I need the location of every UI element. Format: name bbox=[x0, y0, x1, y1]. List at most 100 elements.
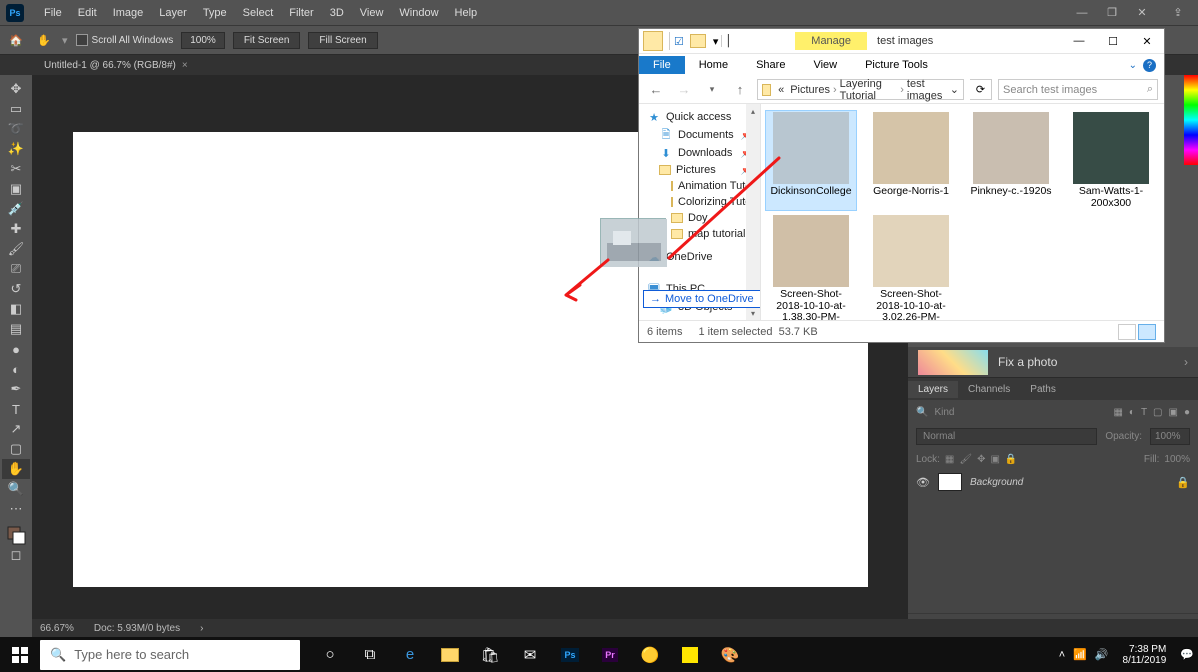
address-dropdown-icon[interactable]: ⌄ bbox=[950, 83, 959, 96]
up-button[interactable]: ↑ bbox=[729, 79, 751, 101]
menu-type[interactable]: Type bbox=[195, 7, 235, 19]
file-item[interactable]: Screen-Shot-2018-10-10-at-1.38.30-PM-300… bbox=[765, 213, 857, 320]
status-doc[interactable]: Doc: 5.93M/0 bytes bbox=[94, 623, 180, 634]
nav-colorizing[interactable]: Colorizing Tutorial bbox=[639, 194, 760, 210]
history-brush-icon[interactable]: ↺ bbox=[2, 279, 30, 299]
notifications-icon[interactable]: 💬 bbox=[1180, 648, 1194, 661]
move-tool-icon[interactable]: ✥ bbox=[2, 79, 30, 99]
filter-smart-icon[interactable]: ▣ bbox=[1169, 407, 1178, 418]
file-item[interactable]: Pinkney-c.-1920s bbox=[965, 110, 1057, 211]
blur-tool-icon[interactable]: ● bbox=[2, 339, 30, 359]
qat-properties-icon[interactable]: ☑ bbox=[672, 35, 686, 48]
tab-channels[interactable]: Channels bbox=[958, 381, 1020, 398]
eyedropper-tool-icon[interactable]: 💉 bbox=[2, 199, 30, 219]
filter-toggle-icon[interactable]: ● bbox=[1184, 407, 1190, 418]
nav-animation[interactable]: Animation Tutorial bbox=[639, 178, 760, 194]
crumb-testimages[interactable]: test images bbox=[904, 78, 950, 102]
close-icon[interactable]: ✕ bbox=[1130, 30, 1164, 52]
opacity-field[interactable]: 100% bbox=[1150, 428, 1190, 445]
heal-tool-icon[interactable]: ✚ bbox=[2, 219, 30, 239]
file-item[interactable]: George-Norris-1 bbox=[865, 110, 957, 211]
cortana-icon[interactable]: ○ bbox=[310, 637, 350, 672]
menu-select[interactable]: Select bbox=[235, 7, 282, 19]
home-icon[interactable]: 🏠 bbox=[6, 30, 26, 50]
menu-layer[interactable]: Layer bbox=[151, 7, 195, 19]
zoom-field[interactable]: 100% bbox=[181, 32, 225, 49]
maximize-icon[interactable]: ☐ bbox=[1096, 30, 1130, 52]
gradient-tool-icon[interactable]: ▤ bbox=[2, 319, 30, 339]
restore-icon[interactable]: ❐ bbox=[1102, 5, 1122, 20]
scroll-all-windows-checkbox[interactable]: Scroll All Windows bbox=[76, 34, 174, 46]
tab-layers[interactable]: Layers bbox=[908, 381, 958, 398]
explorer-titlebar[interactable]: ☑ ▾ │ Manage test images — ☐ ✕ bbox=[639, 29, 1164, 54]
blend-mode-select[interactable]: Normal bbox=[916, 428, 1097, 445]
search-box[interactable]: Search test images ⌕ bbox=[998, 79, 1158, 100]
premiere-icon[interactable]: Pr bbox=[590, 637, 630, 672]
type-tool-icon[interactable]: T bbox=[2, 399, 30, 419]
help-icon[interactable]: ? bbox=[1143, 59, 1156, 72]
photoshop-icon[interactable]: Ps bbox=[550, 637, 590, 672]
file-item[interactable]: Sam-Watts-1-200x300 bbox=[1065, 110, 1157, 211]
sidebar-scrollbar[interactable]: ▴▾ bbox=[746, 104, 760, 320]
hand-tool-icon-tb[interactable]: ✋ bbox=[2, 459, 30, 479]
color-spectrum[interactable] bbox=[1184, 75, 1198, 165]
ribbon-collapse-icon[interactable]: ⌄ bbox=[1129, 60, 1137, 71]
ribbon-share[interactable]: Share bbox=[742, 56, 799, 74]
start-button[interactable] bbox=[0, 637, 40, 672]
forward-button[interactable]: → bbox=[673, 79, 695, 101]
ribbon-picture-tools[interactable]: Picture Tools bbox=[851, 56, 942, 74]
crop-tool-icon[interactable]: ✂ bbox=[2, 159, 30, 179]
tab-paths[interactable]: Paths bbox=[1020, 381, 1066, 398]
task-view-icon[interactable]: ⧉ bbox=[350, 637, 390, 672]
shape-tool-icon[interactable]: ▢ bbox=[2, 439, 30, 459]
fit-screen-button[interactable]: Fit Screen bbox=[233, 32, 301, 49]
ribbon-file[interactable]: File bbox=[639, 56, 685, 74]
filter-adjust-icon[interactable]: ◐ bbox=[1129, 407, 1135, 418]
menu-image[interactable]: Image bbox=[105, 7, 152, 19]
document-tab[interactable]: Untitled-1 @ 66.7% (RGB/8#) × bbox=[36, 58, 196, 73]
edge-icon[interactable]: e bbox=[390, 637, 430, 672]
menu-view[interactable]: View bbox=[352, 7, 392, 19]
frame-tool-icon[interactable]: ▣ bbox=[2, 179, 30, 199]
stamp-tool-icon[interactable]: ⎚ bbox=[2, 259, 30, 279]
share-icon[interactable]: ⇪ bbox=[1168, 5, 1188, 20]
menu-window[interactable]: Window bbox=[391, 7, 446, 19]
quick-access[interactable]: ★Quick access bbox=[639, 108, 760, 126]
nav-downloads[interactable]: ⬇Downloads📌 bbox=[639, 144, 760, 162]
zoom-tool-icon[interactable]: 🔍 bbox=[2, 479, 30, 499]
more-tools-icon[interactable]: ⋯ bbox=[2, 499, 30, 519]
menu-3d[interactable]: 3D bbox=[322, 7, 352, 19]
ribbon-manage-tab[interactable]: Manage bbox=[795, 32, 867, 50]
filter-type-icon[interactable]: T bbox=[1141, 407, 1147, 418]
nav-pictures[interactable]: Pictures📌 bbox=[639, 162, 760, 178]
clock[interactable]: 7:38 PM 8/11/2019 bbox=[1117, 644, 1173, 666]
ribbon-home[interactable]: Home bbox=[685, 56, 742, 74]
hand-tool-icon[interactable]: ✋ bbox=[34, 30, 54, 50]
status-zoom[interactable]: 66.67% bbox=[40, 623, 74, 634]
filter-shape-icon[interactable]: ▢ bbox=[1153, 407, 1162, 418]
lock-position-icon[interactable]: ✥ bbox=[977, 454, 985, 465]
crumb-pictures[interactable]: Pictures bbox=[787, 84, 833, 96]
recent-button[interactable]: ▾ bbox=[701, 79, 723, 101]
thumb-view-button[interactable] bbox=[1138, 324, 1156, 340]
wand-tool-icon[interactable]: ✨ bbox=[2, 139, 30, 159]
sticky-notes-icon[interactable] bbox=[670, 637, 710, 672]
crumb-layering[interactable]: Layering Tutorial bbox=[837, 78, 901, 102]
menu-edit[interactable]: Edit bbox=[70, 7, 105, 19]
minimize-icon[interactable]: — bbox=[1062, 30, 1096, 52]
minimize-icon[interactable]: — bbox=[1072, 5, 1092, 20]
taskbar-search[interactable]: 🔍 Type here to search bbox=[40, 640, 300, 670]
fill-screen-button[interactable]: Fill Screen bbox=[308, 32, 377, 49]
pen-tool-icon[interactable]: ✒ bbox=[2, 379, 30, 399]
back-button[interactable]: ← bbox=[645, 79, 667, 101]
menu-filter[interactable]: Filter bbox=[281, 7, 321, 19]
menu-file[interactable]: File bbox=[36, 7, 70, 19]
filter-pixel-icon[interactable]: ▦ bbox=[1113, 407, 1122, 418]
volume-icon[interactable]: 🔊 bbox=[1095, 648, 1109, 661]
close-tab-icon[interactable]: × bbox=[182, 60, 188, 71]
lock-artboard-icon[interactable]: ▣ bbox=[990, 454, 999, 465]
refresh-button[interactable]: ⟳ bbox=[970, 79, 992, 100]
file-pane[interactable]: DickinsonCollegeGeorge-Norris-1Pinkney-c… bbox=[761, 104, 1164, 320]
store-icon[interactable]: 🛍 bbox=[470, 637, 510, 672]
network-icon[interactable]: 📶 bbox=[1073, 648, 1087, 661]
